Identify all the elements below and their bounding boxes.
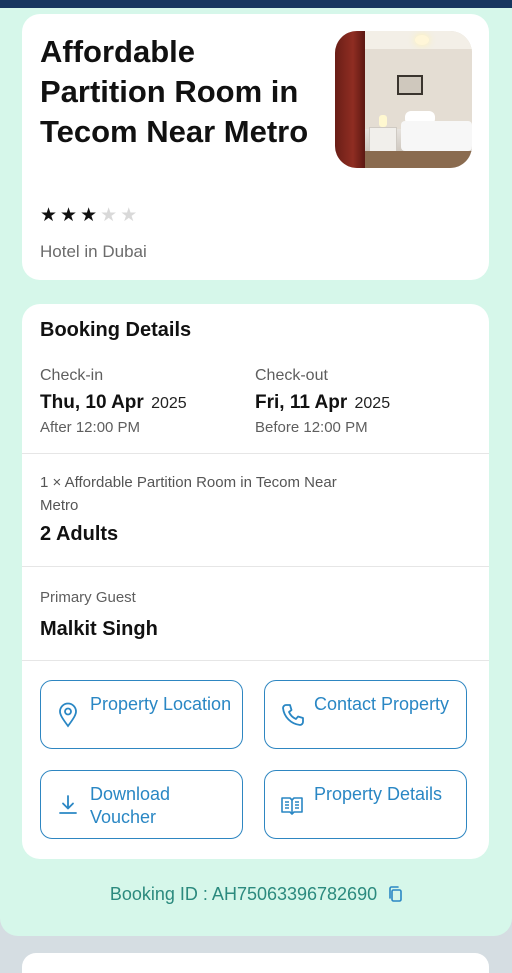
hotel-type-label: Hotel in Dubai: [40, 242, 147, 261]
copy-icon[interactable]: [388, 886, 402, 902]
checkout-label: Check-out: [255, 367, 328, 384]
property-location-label: Property Location: [90, 694, 232, 714]
download-voucher-label: Download Voucher: [90, 784, 171, 827]
star-empty-icon: ★: [100, 205, 118, 226]
booking-id-row: Booking ID : AH75063396782690: [0, 884, 512, 905]
room-description: 1 × Affordable Partition Room in Tecom N…: [40, 474, 337, 514]
download-icon: [59, 795, 77, 814]
contact-property-button[interactable]: Contact Property: [264, 680, 467, 749]
booking-details-title: Booking Details: [40, 319, 192, 341]
star-filled-icon: ★: [40, 205, 58, 226]
phone-icon: [282, 704, 304, 726]
booking-id-text: Booking ID : AH75063396782690: [109, 884, 378, 904]
property-details-label: Property Details: [314, 784, 443, 804]
primary-guest-name: Malkit Singh: [40, 618, 158, 640]
hotel-room-photo[interactable]: [335, 31, 472, 168]
hotel-card: Affordable Partition Room in Tecom Near …: [22, 14, 489, 280]
star-empty-icon: ★: [120, 205, 138, 226]
checkout-time: Before 12:00 PM: [255, 419, 368, 436]
divider: [22, 566, 489, 567]
property-details-button[interactable]: Property Details: [264, 770, 467, 839]
divider: [22, 453, 489, 454]
checkin-label: Check-in: [40, 367, 104, 384]
divider: [22, 660, 489, 661]
checkout-day: Fri, 11 Apr: [255, 392, 348, 413]
checkin-block: Check-in Thu, 10 Apr 2025 After 12:00 PM: [40, 366, 187, 437]
star-filled-icon: ★: [60, 205, 78, 226]
checkin-day: Thu, 10 Apr: [40, 392, 144, 413]
checkin-date: Thu, 10 Apr 2025: [40, 391, 187, 416]
checkout-year: 2025: [354, 395, 391, 412]
star-rating: ★ ★ ★ ★ ★: [40, 206, 137, 226]
booking-details-card: Booking Details Check-in Thu, 10 Apr 202…: [22, 304, 489, 859]
contact-property-label: Contact Property: [314, 694, 450, 714]
property-location-button[interactable]: Property Location: [40, 680, 243, 749]
hotel-title: Affordable Partition Room in Tecom Near …: [40, 34, 309, 149]
checkout-block: Check-out Fri, 11 Apr 2025 Before 12:00 …: [255, 366, 390, 437]
top-status-bar: [0, 0, 512, 8]
next-section-card: [22, 953, 489, 973]
guest-count: 2 Adults: [40, 523, 119, 545]
book-icon: [281, 797, 303, 815]
primary-guest-label: Primary Guest: [40, 589, 136, 606]
download-voucher-button[interactable]: Download Voucher: [40, 770, 243, 839]
location-pin-icon: [59, 702, 77, 728]
checkout-date: Fri, 11 Apr 2025: [255, 391, 390, 416]
checkin-time: After 12:00 PM: [40, 419, 141, 436]
checkin-year: 2025: [151, 395, 187, 412]
star-filled-icon: ★: [80, 205, 98, 226]
